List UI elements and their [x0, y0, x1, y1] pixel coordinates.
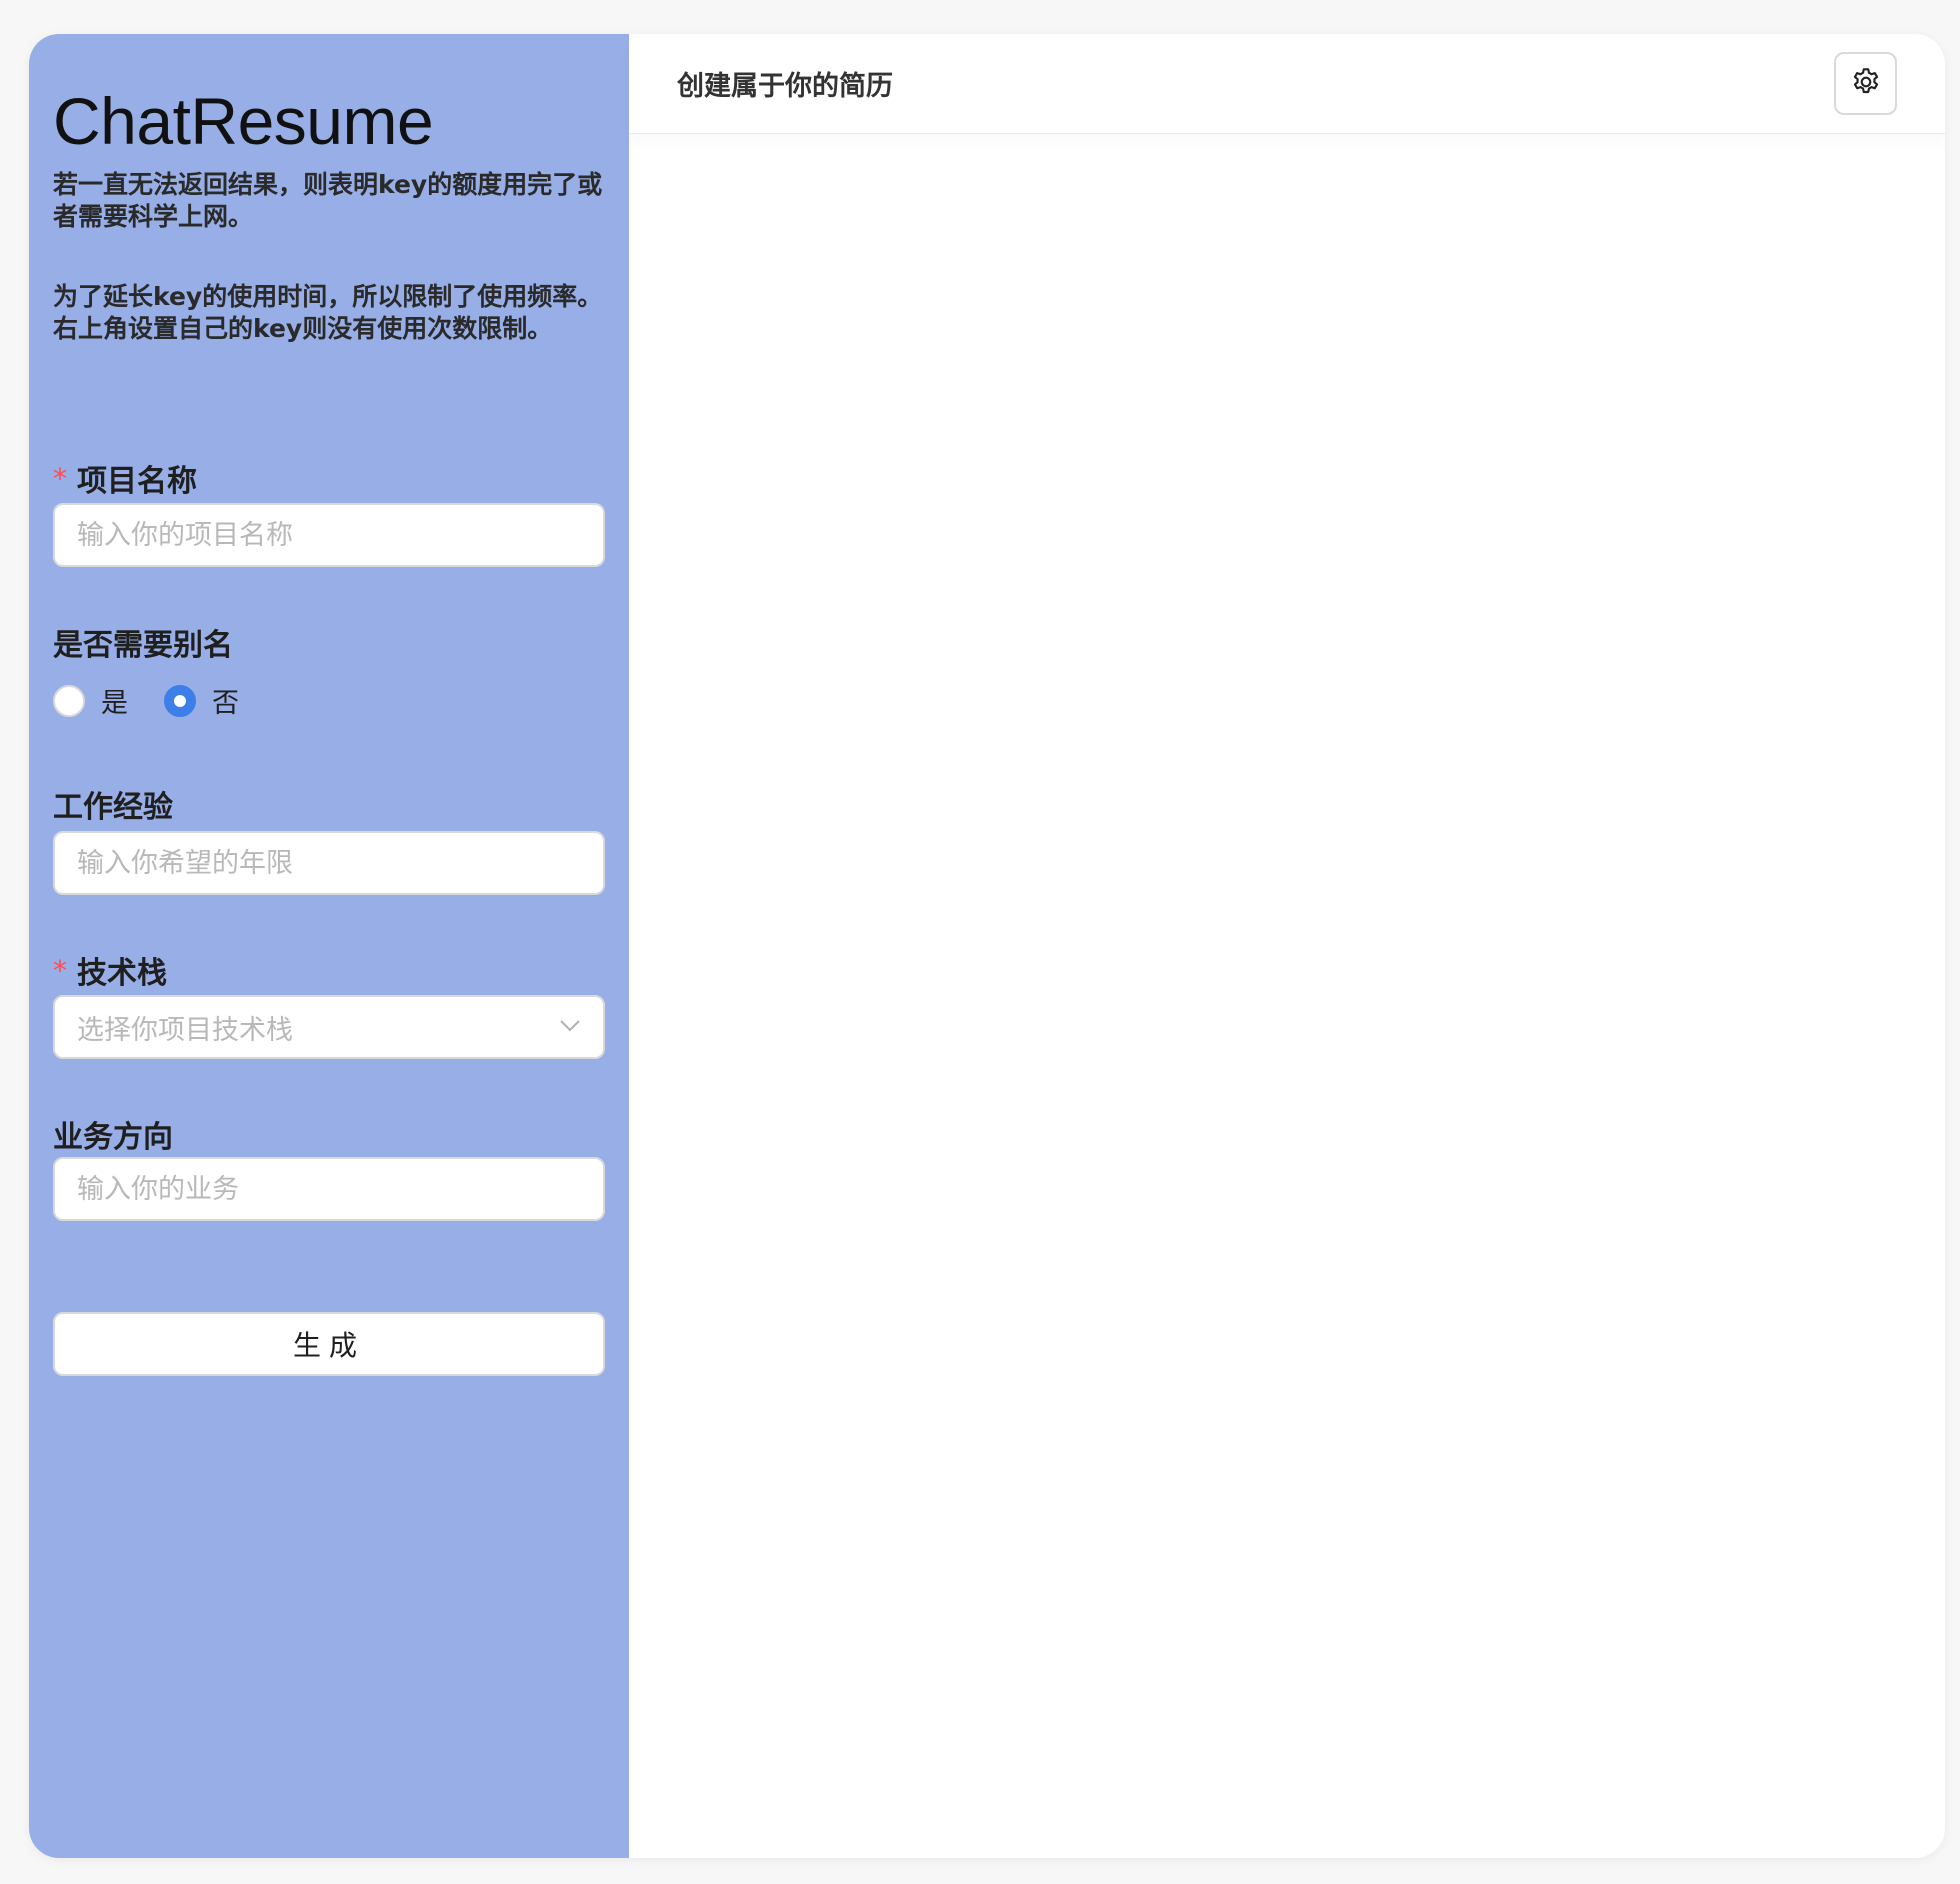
app-window: ChatResume 若一直无法返回结果，则表明key的额度用完了或者需要科学上…: [29, 34, 1945, 1858]
main-header: 创建属于你的简历: [629, 34, 1945, 134]
required-mark: *: [53, 953, 67, 987]
alias-radio-yes-label: 是: [101, 688, 128, 719]
business-input[interactable]: [53, 1157, 605, 1221]
tech-stack-select[interactable]: 选择你项目技术栈: [53, 995, 605, 1059]
required-mark: *: [53, 461, 67, 495]
generate-button[interactable]: 生成: [53, 1312, 605, 1376]
page-title: 创建属于你的简历: [677, 71, 893, 102]
main-panel: 创建属于你的简历: [629, 34, 1945, 1858]
chevron-down-icon: [559, 1018, 581, 1037]
notice-quota: 若一直无法返回结果，则表明key的额度用完了或者需要科学上网。: [53, 170, 603, 232]
tech-stack-label: * 技术栈: [53, 950, 167, 992]
alias-radio-no[interactable]: 否: [164, 681, 239, 720]
radio-unchecked-icon: [53, 684, 85, 717]
field-project-name: * 项目名称: [53, 458, 197, 500]
app-title: ChatResume: [53, 84, 434, 158]
gear-icon: [1850, 66, 1882, 102]
radio-checked-icon: [164, 684, 196, 717]
notice-rate-limit: 为了延长key的使用时间，所以限制了使用频率。右上角设置自己的key则没有使用次…: [53, 282, 603, 344]
project-name-label: * 项目名称: [53, 458, 197, 500]
sidebar: ChatResume 若一直无法返回结果，则表明key的额度用完了或者需要科学上…: [29, 34, 629, 1858]
experience-input[interactable]: [53, 831, 605, 895]
business-label: 业务方向: [53, 1120, 173, 1155]
experience-label: 工作经验: [53, 790, 173, 825]
tech-stack-label-text: 技术栈: [77, 956, 167, 991]
project-name-label-text: 项目名称: [77, 464, 197, 499]
alias-radio-yes[interactable]: 是: [53, 681, 128, 720]
settings-button[interactable]: [1834, 52, 1897, 115]
alias-radio-no-label: 否: [212, 688, 239, 719]
tech-stack-placeholder: 选择你项目技术栈: [77, 1014, 293, 1046]
alias-radio-group: 是 否: [53, 681, 271, 720]
alias-label: 是否需要别名: [53, 628, 233, 663]
project-name-input[interactable]: [53, 503, 605, 567]
